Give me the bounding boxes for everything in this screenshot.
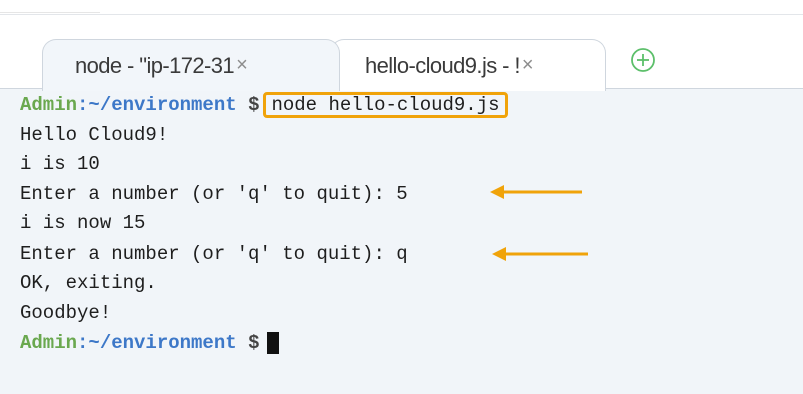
output-line: Goodbye! [20,302,112,324]
plus-circle-icon[interactable] [628,45,658,75]
terminal-cursor [267,331,280,354]
tab-label: hello-cloud9.js - ! [365,52,520,78]
output-line: i is 10 [20,153,100,175]
command-line: Admin:~/environment $ node hello-cloud9.j… [20,91,508,119]
tab-node-terminal[interactable]: node - "ip-172-31 × [42,39,340,91]
arrow-left-icon [492,247,588,261]
top-strip-divider [0,0,100,13]
tab-label: node - "ip-172-31 [75,52,235,78]
output-line: Enter a number (or 'q' to quit): q [20,243,408,265]
prompt-user: Admin [20,332,78,354]
top-strip [0,0,803,14]
tab-close-icon[interactable]: × [236,54,248,77]
tab-bar: node - "ip-172-31 × hello-cloud9.js - ! … [0,14,803,91]
output-line: Hello Cloud9! [20,124,169,146]
prompt-user: Admin [20,94,78,116]
output-line: i is now 15 [20,212,146,234]
output-line: Enter a number (or 'q' to quit): 5 [20,183,408,205]
command-text: node hello-cloud9.js [271,94,500,116]
arrow-left-icon [490,185,582,199]
prompt-line: Admin:~/environment $ [20,329,280,357]
terminal-panel[interactable]: Admin:~/environment $ node hello-cloud9.j… [0,88,803,394]
prompt-symbol: $ [248,94,260,116]
tab-hello-cloud9-js[interactable]: hello-cloud9.js - ! × [330,39,606,91]
output-line: OK, exiting. [20,272,157,294]
prompt-path: :~/environment [77,94,237,116]
command-highlight-box: node hello-cloud9.js [263,92,508,118]
tab-close-icon[interactable]: × [522,54,534,77]
prompt-path: :~/environment [77,332,237,354]
prompt-symbol: $ [248,332,260,354]
